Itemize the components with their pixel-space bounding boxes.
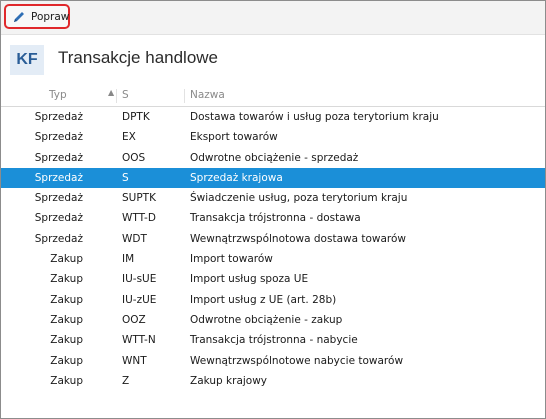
table-row[interactable]: Zakup Z Zakup krajowy	[1, 371, 545, 391]
cell-typ: Sprzedaż	[34, 232, 83, 245]
column-header-symbol[interactable]: S	[122, 89, 129, 101]
cell-name: Transakcja trójstronna - nabycie	[190, 334, 358, 347]
cell-typ: Sprzedaż	[34, 151, 83, 164]
cell-typ: Zakup	[50, 273, 83, 286]
table-body: Sprzedaż DPTK Dostawa towarów i usług poza…	[1, 107, 545, 391]
cell-name: Świadczenie usług, poza terytorium kraju	[190, 192, 408, 205]
transactions-table: Typ ▲ S Nazwa Sprzedaż DPTK Dostawa towaró…	[1, 86, 545, 391]
cell-symbol: Z	[122, 374, 130, 387]
cell-symbol: IU-sUE	[122, 273, 157, 286]
cell-name: Zakup krajowy	[190, 374, 268, 387]
table-row[interactable]: Zakup OOZ Odwrotne obciążenie - zakup	[1, 310, 545, 330]
toolbar: Popraw	[1, 1, 545, 35]
table-row[interactable]: Zakup WTT-N Transakcja trójstronna - nabyc…	[1, 330, 545, 350]
table-row[interactable]: Zakup WNT Wewnątrzwspólnotowe nabycie towa…	[1, 351, 545, 371]
cell-typ: Sprzedaż	[34, 111, 83, 123]
cell-name: Import towarów	[190, 253, 273, 266]
cell-symbol: OOZ	[122, 313, 146, 326]
cell-typ: Zakup	[50, 334, 83, 347]
table-header: Typ ▲ S Nazwa	[1, 86, 545, 107]
table-row[interactable]: Sprzedaż WDT Wewnątrzwspólnotowa dostawa t…	[1, 229, 545, 249]
cell-typ: Zakup	[50, 293, 83, 306]
cell-typ: Zakup	[50, 374, 83, 387]
cell-symbol: EX	[122, 131, 136, 144]
table-row[interactable]: Sprzedaż WTT-D Transakcja trójstronna - do…	[1, 208, 545, 228]
pencil-icon	[12, 10, 26, 24]
cell-name: Odwrotne obciążenie - zakup	[190, 313, 343, 326]
cell-symbol: DPTK	[122, 111, 150, 123]
cell-name: Transakcja trójstronna - dostawa	[190, 212, 361, 225]
cell-name: Import usług z UE (art. 28b)	[190, 293, 337, 306]
table-row[interactable]: Zakup IM Import towarów	[1, 249, 545, 269]
cell-symbol: OOS	[122, 151, 146, 164]
cell-typ: Zakup	[50, 354, 83, 367]
page-header: KF Transakcje handlowe	[1, 35, 545, 83]
column-header-nazwa[interactable]: Nazwa	[190, 89, 225, 101]
cell-typ: Zakup	[50, 253, 83, 266]
cell-name: Sprzedaż krajowa	[190, 171, 283, 184]
cell-symbol: WNT	[122, 354, 147, 367]
table-row[interactable]: Sprzedaż S Sprzedaż krajowa	[1, 167, 545, 189]
column-divider[interactable]	[116, 89, 117, 103]
module-badge: KF	[10, 45, 44, 75]
cell-typ: Sprzedaż	[34, 131, 83, 144]
column-divider[interactable]	[184, 89, 185, 103]
window: Popraw KF Transakcje handlowe Typ ▲ S Na…	[0, 0, 546, 419]
column-header-typ[interactable]: Typ	[49, 89, 67, 101]
table-row[interactable]: Sprzedaż SUPTK Świadczenie usług, poza ter…	[1, 188, 545, 208]
table-row[interactable]: Zakup IU-zUE Import usług z UE (art. 28b)	[1, 290, 545, 310]
cell-name: Wewnątrzwspólnotowe nabycie towarów	[190, 354, 404, 367]
edit-button-label: Popraw	[31, 10, 70, 23]
table-row[interactable]: Zakup IU-sUE Import usług spoza UE	[1, 269, 545, 289]
table-row[interactable]: Sprzedaż EX Eksport towarów	[1, 127, 545, 147]
cell-name: Eksport towarów	[190, 131, 278, 144]
cell-symbol: IU-zUE	[122, 293, 157, 306]
cell-symbol: IM	[122, 253, 135, 266]
cell-symbol: WDT	[122, 232, 147, 245]
page-title: Transakcje handlowe	[58, 48, 219, 67]
table-row[interactable]: Sprzedaż OOS Odwrotne obciążenie - sprzeda…	[1, 148, 545, 168]
cell-typ: Sprzedaż	[34, 192, 83, 205]
cell-symbol: WTT-N	[122, 334, 156, 347]
sort-ascending-icon[interactable]: ▲	[108, 88, 114, 97]
cell-symbol: WTT-D	[122, 212, 156, 225]
cell-typ: Sprzedaż	[34, 212, 83, 225]
cell-symbol: S	[122, 171, 129, 184]
cell-name: Wewnątrzwspólnotowa dostawa towarów	[190, 232, 407, 245]
cell-typ: Zakup	[50, 313, 83, 326]
cell-name: Dostawa towarów i usług poza terytorium …	[190, 111, 439, 123]
cell-typ: Sprzedaż	[34, 171, 83, 184]
cell-name: Import usług spoza UE	[190, 273, 309, 286]
edit-button[interactable]: Popraw	[4, 4, 70, 29]
cell-symbol: SUPTK	[122, 192, 156, 205]
table-row[interactable]: Sprzedaż DPTK Dostawa towarów i usług poza…	[1, 107, 545, 127]
cell-name: Odwrotne obciążenie - sprzedaż	[190, 151, 359, 164]
